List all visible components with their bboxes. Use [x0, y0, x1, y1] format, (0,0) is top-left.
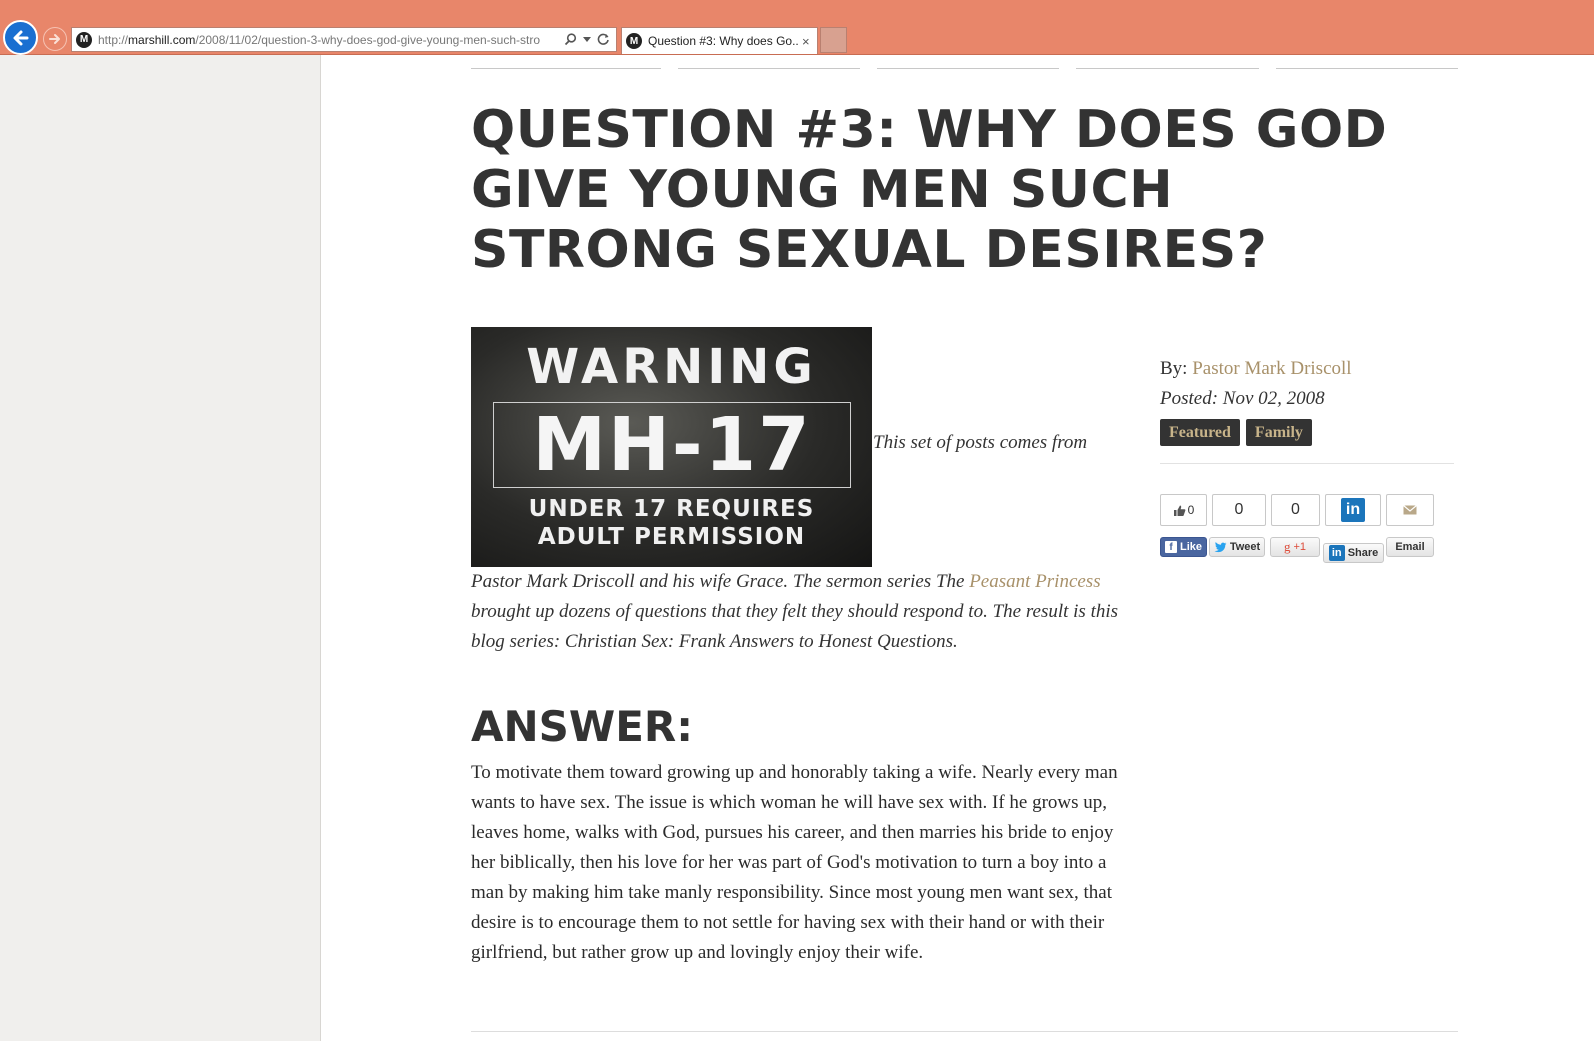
posted-date: Posted: Nov 02, 2008: [1160, 388, 1325, 409]
page-title: QUESTION #3: WHY DOES GOD GIVE YOUNG MEN…: [471, 100, 1388, 280]
back-button[interactable]: [3, 20, 38, 55]
browser-chrome: M http://marshill.com/2008/11/02/questio…: [0, 0, 1594, 55]
warning-image-bottom-text: UNDER 17 REQUIRES ADULT PERMISSION: [471, 495, 872, 551]
url-prefix: http://: [98, 32, 129, 47]
linkedin-share-button[interactable]: in Share: [1323, 543, 1384, 563]
warning-image-top-text: WARNING: [526, 339, 817, 395]
address-tools: [564, 33, 610, 46]
linkedin-badge: in: [1325, 494, 1381, 526]
forward-button[interactable]: [43, 27, 67, 51]
envelope-icon: [1403, 505, 1417, 515]
tab-active[interactable]: M Question #3: Why does Go... ×: [621, 27, 818, 54]
close-icon[interactable]: ×: [802, 34, 810, 49]
by-label: By:: [1160, 358, 1193, 379]
tab-title: Question #3: Why does Go...: [648, 34, 798, 48]
tag-featured[interactable]: Featured: [1160, 419, 1240, 446]
facebook-like-label: Like: [1179, 541, 1202, 553]
url-domain: marshill.com: [128, 32, 196, 47]
url-path: /2008/11/02/question-3-why-does-god-give…: [195, 32, 541, 47]
left-gutter: [0, 55, 321, 1041]
thumbs-up-icon: [1173, 505, 1186, 516]
arrow-right-icon: [49, 34, 60, 44]
facebook-like-count: 0: [1160, 494, 1207, 526]
content-divider: [471, 1031, 1458, 1032]
intro-paragraph: Pastor Mark Driscoll and his wife Grace.…: [471, 567, 1121, 657]
email-label: Email: [1395, 541, 1425, 553]
site-favicon: M: [76, 31, 92, 48]
nav-underlines: [471, 68, 1458, 70]
tab-favicon: M: [626, 33, 642, 49]
warning-image: WARNING MH-17 UNDER 17 REQUIRES ADULT PE…: [471, 327, 872, 567]
author-link[interactable]: Pastor Mark Driscoll: [1192, 358, 1351, 379]
refresh-icon[interactable]: [597, 33, 610, 46]
nav-underline: [1276, 68, 1458, 69]
twitter-bird-icon: [1214, 541, 1227, 552]
intro-text-2: brought up dozens of questions that they…: [471, 601, 1119, 652]
byline: By: Pastor Mark Driscoll: [1160, 358, 1352, 380]
email-badge: [1386, 494, 1434, 526]
gplus-label: +1: [1293, 541, 1307, 553]
nav-underline: [877, 68, 1059, 69]
warning-image-line2: ADULT PERMISSION: [537, 524, 806, 550]
nav-underline: [471, 68, 661, 69]
address-bar[interactable]: M http://marshill.com/2008/11/02/questio…: [71, 27, 617, 52]
facebook-icon: f: [1164, 541, 1177, 553]
tweet-button[interactable]: Tweet: [1209, 537, 1265, 557]
tag-family[interactable]: Family: [1245, 419, 1312, 446]
nav-underline: [1076, 68, 1259, 69]
new-tab-button[interactable]: [820, 27, 847, 53]
url-text[interactable]: http://marshill.com/2008/11/02/question-…: [98, 33, 558, 47]
sidebar-divider: [1160, 463, 1454, 464]
gplus-count: 0: [1271, 494, 1320, 526]
search-icon[interactable]: [564, 33, 577, 46]
answer-body: To motivate them toward growing up and h…: [471, 762, 1118, 963]
warning-image-line1: UNDER 17 REQUIRES: [528, 496, 815, 522]
facebook-like-count-value: 0: [1187, 503, 1195, 517]
arrow-left-icon: [13, 30, 28, 45]
intro-text-1: Pastor Mark Driscoll and his wife Grace.…: [471, 571, 970, 592]
linkedin-share-label: Share: [1347, 547, 1379, 559]
linkedin-icon: in: [1341, 498, 1365, 522]
gplus-button[interactable]: g +1: [1270, 537, 1320, 557]
tweet-label: Tweet: [1229, 541, 1261, 553]
linkedin-small-icon: in: [1328, 545, 1345, 561]
tweet-count: 0: [1212, 494, 1266, 526]
nav-underline: [678, 68, 860, 69]
answer-heading: ANSWER:: [471, 702, 694, 751]
tag-list: Featured Family: [1160, 419, 1312, 446]
intro-first-line: This set of posts comes from: [873, 432, 1088, 453]
email-button[interactable]: Email: [1386, 537, 1434, 557]
gplus-icon: g: [1283, 539, 1291, 554]
facebook-like-button[interactable]: f Like: [1160, 537, 1207, 557]
warning-image-rating: MH-17: [493, 402, 851, 488]
dropdown-icon[interactable]: [583, 36, 591, 43]
peasant-princess-link[interactable]: Peasant Princess: [969, 571, 1100, 592]
